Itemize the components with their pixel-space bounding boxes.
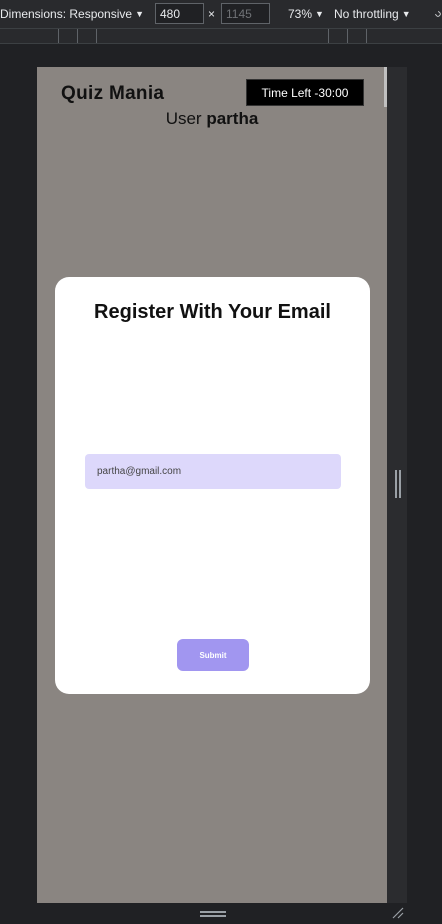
media-query-ruler: [0, 28, 442, 44]
email-input[interactable]: [85, 454, 341, 489]
throttling-dropdown[interactable]: No throttling ▼: [334, 0, 411, 28]
user-name: partha: [206, 109, 259, 128]
dimensions-dropdown[interactable]: Dimensions: Responsive ▼: [0, 0, 144, 28]
devtools-toolbar: Dimensions: Responsive ▼ 480 × 1145 73% …: [0, 0, 442, 28]
width-input[interactable]: 480: [155, 3, 204, 24]
chevron-down-icon: ▼: [315, 9, 324, 19]
device-viewport: Quiz Mania Time Left -30:00 User partha …: [37, 67, 387, 903]
corner-resize-icon[interactable]: [392, 906, 404, 919]
user-greeting: User partha: [37, 109, 387, 129]
submit-button[interactable]: Submit: [177, 639, 249, 671]
timer-badge: Time Left -30:00: [246, 79, 364, 106]
dimensions-label: Dimensions: Responsive: [0, 7, 133, 21]
resize-handle-right[interactable]: [395, 470, 401, 498]
user-prefix: User: [165, 109, 202, 128]
modal-title: Register With Your Email: [94, 301, 331, 323]
zoom-dropdown[interactable]: 73% ▼: [288, 0, 324, 28]
register-modal: Register With Your Email Submit: [55, 277, 370, 694]
throttling-label: No throttling: [334, 7, 399, 21]
app-title: Quiz Mania: [61, 83, 165, 104]
chevron-down-icon: ▼: [135, 9, 144, 19]
rotate-icon[interactable]: [434, 0, 442, 28]
times-symbol: ×: [208, 7, 216, 21]
height-input[interactable]: 1145: [221, 3, 270, 24]
zoom-label: 73%: [288, 7, 313, 21]
resize-handle-bottom[interactable]: [200, 911, 226, 917]
chevron-down-icon: ▼: [401, 9, 411, 19]
